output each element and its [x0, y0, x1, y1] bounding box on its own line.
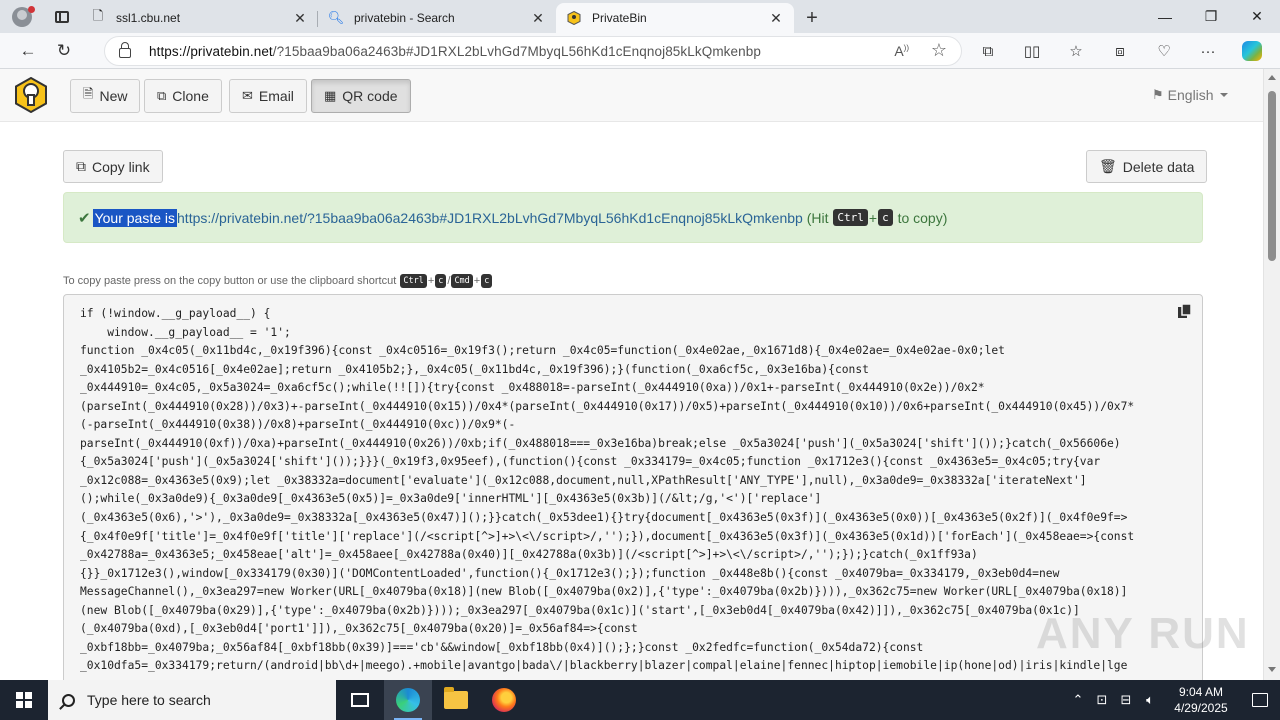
copy-link-button[interactable]: ⧉ Copy link	[63, 150, 163, 183]
notification-dot	[28, 6, 35, 13]
tab-close-icon[interactable]: ✕	[768, 10, 784, 27]
profile-button[interactable]	[0, 0, 44, 33]
caret-down-icon	[1219, 93, 1228, 97]
start-button[interactable]	[0, 680, 48, 720]
language-dropdown[interactable]: ⚑ English	[1152, 87, 1228, 103]
windows-taskbar: Type here to search ⌃ ⊡ ⊟ 🔈︎ 9:04 AM 4/2…	[0, 680, 1280, 720]
taskbar-search[interactable]: Type here to search	[48, 680, 336, 720]
explorer-taskbar-button[interactable]	[432, 680, 480, 720]
new-button[interactable]: 🗎 New	[70, 79, 141, 113]
c-key: c	[878, 208, 893, 227]
copy-to-clipboard-icon[interactable]	[1177, 303, 1193, 319]
window-controls: — ❐ ✕	[1142, 0, 1280, 33]
c-key: c	[435, 274, 447, 289]
scroll-down-icon[interactable]	[1268, 667, 1276, 672]
checkmark-icon: ✔	[78, 209, 91, 227]
favorites-icon[interactable]: ☆	[1054, 36, 1098, 66]
trash-icon: 🗑	[1099, 158, 1117, 174]
paste-link-alert: ✔ Your paste is https://privatebin.net/?…	[63, 192, 1203, 243]
favorite-star-icon[interactable]: ☆	[931, 40, 947, 61]
flag-icon: ⚑	[1152, 87, 1164, 102]
cmd-key: Cmd	[451, 274, 473, 289]
task-view-icon	[351, 693, 369, 707]
back-button[interactable]: ←	[10, 36, 46, 66]
paste-code: if (!window.__g_payload__) { window.__g_…	[80, 307, 1135, 673]
email-button[interactable]: ✉ Email	[229, 79, 307, 113]
notifications-button[interactable]	[1240, 693, 1280, 707]
paste-content[interactable]: if (!window.__g_payload__) { window.__g_…	[63, 294, 1203, 680]
envelope-icon: ✉	[242, 88, 253, 103]
task-view-button[interactable]	[336, 680, 384, 720]
browser-extension-icons: ⧉ ▯▯ ☆ ⧈ ♡ ···	[966, 36, 1274, 66]
url-text: https://privatebin.net/?15baa9ba06a2463b…	[149, 43, 761, 59]
system-tray: ⌃ ⊡ ⊟ 🔈︎ 9:04 AM 4/29/2025	[1066, 680, 1280, 720]
privatebin-navbar: 🗎 New ⧉ Clone ✉ Email ▦ QR code ⚑ English	[0, 69, 1263, 122]
ctrl-key: Ctrl	[400, 274, 427, 289]
privatebin-page: 🗎 New ⧉ Clone ✉ Email ▦ QR code ⚑ English ⧉ C…	[0, 69, 1263, 680]
qr-code-button[interactable]: ▦ QR code	[311, 79, 411, 113]
split-screen-icon[interactable]: ▯▯	[1010, 36, 1054, 66]
close-window-icon[interactable]: ✕	[1234, 0, 1280, 33]
refresh-button[interactable]: ↻	[46, 36, 82, 66]
notification-icon	[1252, 693, 1268, 707]
privatebin-icon	[566, 10, 582, 26]
browser-toolbar: ← ↻ https://privatebin.net/?15baa9ba06a2…	[0, 33, 1280, 69]
folder-icon	[444, 687, 468, 709]
browser-tab-strip: 🗋 ssl1.cbu.net ✕ 🔍︎ privatebin - Search …	[0, 0, 1280, 33]
device-icon[interactable]: ⊡	[1090, 692, 1114, 708]
windows-logo-icon	[16, 692, 32, 708]
network-icon[interactable]: ⊟	[1114, 692, 1138, 708]
tab-close-icon[interactable]: ✕	[292, 10, 308, 27]
tab-actions-icon	[55, 10, 69, 23]
volume-icon[interactable]: 🔈︎	[1138, 692, 1162, 708]
firefox-icon	[492, 688, 516, 712]
restore-icon[interactable]: ❐	[1188, 0, 1234, 33]
clock[interactable]: 9:04 AM 4/29/2025	[1162, 684, 1240, 716]
search-icon	[62, 693, 75, 707]
new-tab-button[interactable]: +	[794, 3, 830, 33]
c-key: c	[481, 274, 493, 289]
tab-title: ssl1.cbu.net	[116, 11, 181, 25]
paste-url-link[interactable]: https://privatebin.net/?15baa9ba06a2463b…	[177, 210, 803, 226]
scroll-thumb[interactable]	[1268, 91, 1276, 261]
minimize-icon[interactable]: —	[1142, 0, 1188, 33]
scroll-up-icon[interactable]	[1268, 75, 1276, 80]
edge-icon	[396, 688, 420, 712]
page-scrollbar[interactable]	[1263, 69, 1280, 680]
tab-privatebin[interactable]: PrivateBin ✕	[556, 3, 794, 33]
collections-icon[interactable]: ⧈	[1098, 36, 1142, 66]
tab-close-icon[interactable]: ✕	[530, 10, 546, 27]
performance-icon[interactable]: ♡	[1142, 36, 1186, 66]
chevron-up-icon[interactable]: ⌃	[1066, 692, 1090, 708]
copilot-icon[interactable]	[1230, 36, 1274, 66]
more-menu-icon[interactable]: ···	[1186, 36, 1230, 66]
delete-data-button[interactable]: 🗑 Delete data	[1086, 150, 1208, 183]
clone-icon: ⧉	[157, 88, 167, 103]
alert-prefix: Your paste is	[92, 208, 178, 227]
tab-actions-button[interactable]	[44, 0, 80, 33]
privatebin-logo-icon[interactable]	[13, 77, 49, 113]
lock-icon	[119, 42, 131, 58]
firefox-taskbar-button[interactable]	[480, 680, 528, 720]
tab-title: privatebin - Search	[354, 11, 455, 25]
tab-title: PrivateBin	[592, 11, 647, 25]
tab-ssl1[interactable]: 🗋 ssl1.cbu.net ✕	[80, 3, 318, 33]
copy-hint: To copy paste press on the copy button o…	[63, 274, 493, 289]
address-bar[interactable]: https://privatebin.net/?15baa9ba06a2463b…	[104, 36, 962, 66]
edge-taskbar-button[interactable]	[384, 680, 432, 720]
copy-icon: ⧉	[76, 158, 86, 174]
tab-privatebin-search[interactable]: 🔍︎ privatebin - Search ✕	[318, 3, 556, 33]
search-icon: 🔍︎	[327, 10, 345, 25]
page-icon: 🗋	[92, 8, 104, 23]
extensions-icon[interactable]: ⧉	[966, 36, 1010, 66]
read-aloud-icon[interactable]: A))	[894, 43, 909, 59]
clone-button[interactable]: ⧉ Clone	[144, 79, 222, 113]
qr-code-icon: ▦	[324, 88, 337, 103]
file-icon: 🗎	[83, 86, 94, 101]
watermark: ANY RUN	[1036, 609, 1250, 658]
ctrl-key: Ctrl	[833, 208, 868, 227]
